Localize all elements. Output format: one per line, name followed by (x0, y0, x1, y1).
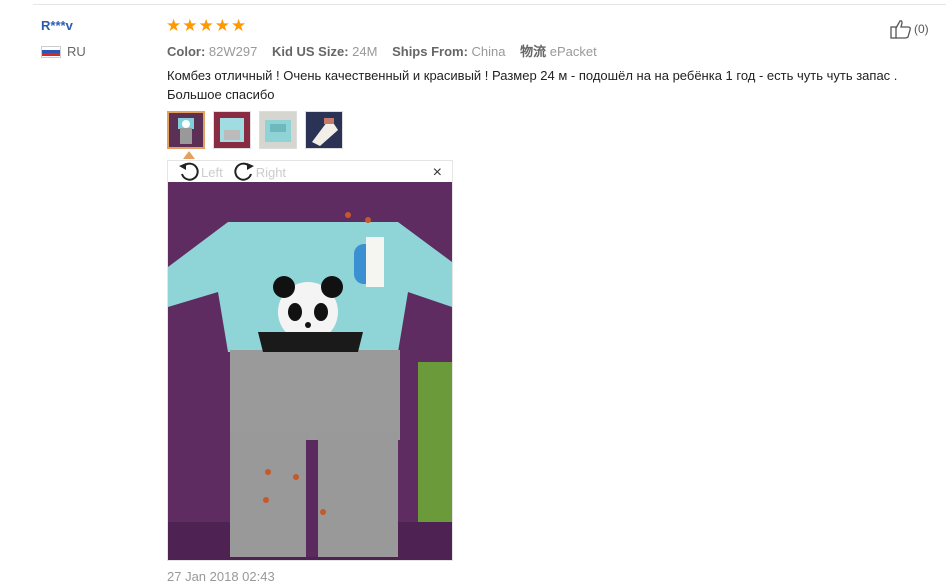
attr-size: Kid US Size: 24M (271, 44, 378, 59)
photo-thumbnail-1[interactable] (167, 111, 205, 149)
photo-thumbnail-3[interactable] (259, 111, 297, 149)
rotate-right-icon (234, 162, 254, 181)
active-thumbnail-indicator (183, 151, 195, 159)
star-icon: ★ (214, 16, 230, 35)
close-viewer-button[interactable]: × (433, 164, 442, 182)
star-icon: ★ (182, 16, 198, 35)
thumbs-up-icon (890, 20, 911, 39)
viewer-toolbar: Left Right × (168, 161, 452, 183)
star-rating: ★ ★ ★ ★ ★ (166, 17, 246, 34)
star-icon: ★ (166, 16, 182, 35)
rotate-right-button[interactable]: Right (233, 162, 286, 182)
rotate-left-label: Left (201, 164, 223, 180)
review-date: 27 Jan 2018 02:43 (167, 569, 275, 584)
photo-thumbnails (167, 111, 343, 149)
photo-thumbnail-4[interactable] (305, 111, 343, 149)
rotate-right-label: Right (255, 164, 287, 180)
attr-ships-from: Ships From: China (392, 44, 506, 59)
helpful-count: (0) (914, 22, 929, 36)
star-icon: ★ (231, 16, 247, 35)
rotate-left-icon (179, 162, 199, 181)
photo-viewer: Left Right × (167, 160, 453, 561)
divider (33, 4, 946, 5)
photo-thumbnail-2[interactable] (213, 111, 251, 149)
reviewer-name[interactable]: R***v (41, 18, 73, 33)
attr-logistics: 物流 ePacket (520, 44, 597, 59)
product-attributes: Color: 82W297 Kid US Size: 24M Ships Fro… (167, 41, 608, 60)
review-text: Комбез отличный ! Очень качественный и к… (167, 68, 898, 102)
star-icon: ★ (198, 16, 214, 35)
reviewer-country: RU (41, 44, 86, 59)
rotate-left-button[interactable]: Left (178, 162, 223, 182)
helpful-button[interactable]: (0) (890, 19, 929, 39)
country-code: RU (67, 44, 86, 59)
russia-flag-icon (41, 45, 61, 58)
attr-color: Color: 82W297 (167, 44, 258, 59)
review-photo[interactable] (168, 182, 452, 560)
